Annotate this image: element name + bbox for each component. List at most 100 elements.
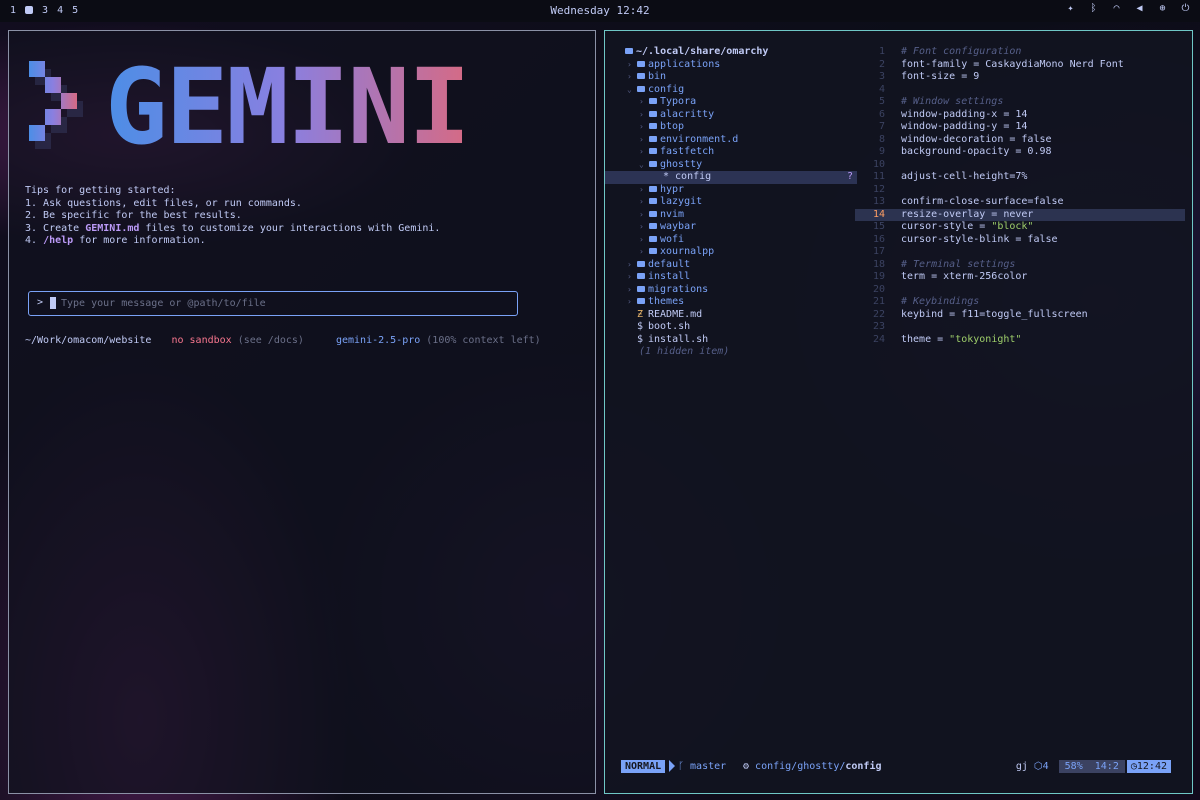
tree-item[interactable]: › wofi bbox=[605, 234, 857, 247]
ai-icon[interactable]: ✦ bbox=[1064, 3, 1077, 14]
logo-text: GEMINI bbox=[105, 61, 469, 168]
system-tray: ✦ ᛒ ◠ ◀ ⊕ ⏻ bbox=[1064, 3, 1192, 14]
code-line[interactable]: 13 confirm-close-surface=false bbox=[855, 196, 1185, 209]
tree-item[interactable]: › lazygit bbox=[605, 196, 857, 209]
code-line-current[interactable]: 14 resize-overlay = never bbox=[855, 208, 1185, 221]
folder-icon bbox=[649, 198, 657, 204]
tree-item[interactable]: › btop bbox=[605, 121, 857, 134]
vim-statusline: NORMAL ᚴ master ⚙ config/ghostty/config … bbox=[621, 760, 1171, 773]
code-line[interactable]: 18 # Terminal settings bbox=[855, 259, 1185, 272]
folder-icon bbox=[649, 123, 657, 129]
code-line[interactable]: 21 # Keybindings bbox=[855, 296, 1185, 309]
tree-item[interactable]: › install bbox=[605, 271, 857, 284]
cpu-icon[interactable]: ⊕ bbox=[1156, 3, 1169, 14]
code-line[interactable]: 4 bbox=[855, 84, 1185, 97]
gemini-terminal-window[interactable]: GEMINI Tips for getting started: 1. Ask … bbox=[8, 30, 596, 794]
tree-item[interactable]: › alacritty bbox=[605, 109, 857, 122]
code-line[interactable]: 22 keybind = f11=toggle_fullscreen bbox=[855, 309, 1185, 322]
line-number: 12 bbox=[872, 183, 885, 195]
code-line[interactable]: 6 window-padding-x = 14 bbox=[855, 109, 1185, 122]
wifi-icon[interactable]: ◠ bbox=[1110, 3, 1123, 14]
tree-item[interactable]: › nvim bbox=[605, 209, 857, 222]
line-number: 15 bbox=[872, 221, 885, 232]
code-line[interactable]: 24 theme = "tokyonight" bbox=[855, 334, 1185, 347]
chevron-right-icon: › bbox=[639, 97, 644, 106]
scroll-position: 58% 14:2 bbox=[1058, 760, 1125, 773]
power-icon[interactable]: ⏻ bbox=[1179, 3, 1192, 14]
statusline-clock-label: 12:42 bbox=[1136, 761, 1167, 772]
mode-separator bbox=[669, 760, 675, 772]
volume-icon[interactable]: ◀ bbox=[1133, 3, 1146, 14]
bluetooth-icon[interactable]: ᛒ bbox=[1087, 3, 1100, 14]
tree-root[interactable]: ~/.local/share/omarchy bbox=[605, 46, 857, 59]
message-prompt-box[interactable]: > bbox=[28, 291, 518, 316]
tree-item[interactable]: ⌄ ghostty bbox=[605, 159, 857, 172]
code-line[interactable]: 16 cursor-style-blink = false bbox=[855, 234, 1185, 247]
code-line[interactable]: 15 cursor-style = "block" bbox=[855, 221, 1185, 234]
line-number: 13 bbox=[872, 196, 885, 207]
tip-4-pre: 4. bbox=[25, 235, 44, 247]
tree-item[interactable]: › hypr bbox=[605, 184, 857, 197]
top-clock[interactable]: Wednesday 12:42 bbox=[0, 4, 1200, 17]
tree-item[interactable]: › default bbox=[605, 259, 857, 272]
chevron-right-icon: › bbox=[639, 122, 644, 131]
tree-item[interactable]: $ install.sh bbox=[605, 334, 857, 347]
code-line[interactable]: 12 bbox=[855, 184, 1185, 197]
chevron-right-icon: › bbox=[639, 209, 644, 219]
neovim-window[interactable]: ~/.local/share/omarchy › applications › bi… bbox=[604, 30, 1193, 794]
code-editor[interactable]: 1 # Font configuration 2 font-family = Cas… bbox=[855, 46, 1185, 346]
tree-item[interactable]: › themes bbox=[605, 296, 857, 309]
code-line[interactable]: 17 bbox=[855, 246, 1185, 259]
tree-item[interactable]: › waybar bbox=[605, 221, 857, 234]
tree-item[interactable]: ⌄ config bbox=[605, 84, 857, 97]
code-line[interactable]: 8 window-decoration = false bbox=[855, 134, 1185, 147]
git-branch-label: master bbox=[690, 761, 727, 772]
tree-item[interactable]: Ƶ README.md bbox=[605, 309, 857, 322]
chevron-down-icon: ⌄ bbox=[639, 159, 644, 169]
tree-item[interactable]: › Typora bbox=[605, 96, 857, 109]
code-line[interactable]: 2 font-family = CaskaydiaMono Nerd Font bbox=[855, 59, 1185, 72]
tree-item[interactable]: › applications bbox=[605, 59, 857, 72]
model-name: gemini-2.5-pro bbox=[335, 335, 421, 346]
tree-item[interactable]: › migrations bbox=[605, 284, 857, 297]
code-line[interactable]: 5 # Window settings bbox=[855, 96, 1185, 109]
chevron-right-icon: › bbox=[627, 59, 632, 69]
tree-item[interactable]: › environment.d bbox=[605, 134, 857, 147]
code-line[interactable]: 10 bbox=[855, 159, 1185, 172]
code-line[interactable]: 3 font-size = 9 bbox=[855, 71, 1185, 84]
pending-keys: gj bbox=[1015, 761, 1028, 772]
context-remaining: (100% context left) bbox=[420, 335, 541, 346]
line-number: 21 bbox=[872, 296, 885, 307]
tip-3: 3. Create GEMINI.md files to customize y… bbox=[25, 223, 440, 236]
tree-item[interactable]: $ boot.sh bbox=[605, 321, 857, 334]
mode-indicator: NORMAL bbox=[621, 760, 666, 773]
tree-item[interactable]: › fastfetch bbox=[605, 146, 857, 159]
tip-3-pre: 3. Create bbox=[25, 222, 86, 234]
tree-item-selected[interactable]: * config? bbox=[605, 171, 857, 184]
code-line[interactable]: 1 # Font configuration bbox=[855, 46, 1185, 59]
code-line[interactable]: 11 adjust-cell-height=7% bbox=[855, 171, 1185, 184]
tip-3-file: GEMINI.md bbox=[85, 222, 140, 234]
message-input[interactable] bbox=[61, 296, 501, 310]
chevron-right-icon: › bbox=[639, 247, 644, 256]
chevron-right-icon: › bbox=[627, 297, 632, 306]
folder-icon bbox=[649, 110, 657, 117]
tree-item[interactable]: › bin bbox=[605, 71, 857, 84]
code-line[interactable]: 20 bbox=[855, 284, 1185, 297]
gemini-status-line: ~/Work/omacom/website no sandbox (see /d… bbox=[25, 335, 541, 346]
code-line[interactable]: 19 term = xterm-256color bbox=[855, 271, 1185, 284]
line-number: 8 bbox=[878, 133, 885, 145]
tree-item[interactable]: › xournalpp bbox=[605, 246, 857, 259]
folder-open-icon bbox=[649, 160, 657, 167]
folder-icon bbox=[637, 260, 645, 267]
line-number: 19 bbox=[872, 271, 885, 282]
tip-2: 2. Be specific for the best results. bbox=[25, 210, 242, 222]
code-line[interactable]: 7 window-padding-y = 14 bbox=[855, 121, 1185, 134]
chevron-right-icon: › bbox=[639, 147, 644, 156]
code-line[interactable]: 9 background-opacity = 0.98 bbox=[855, 146, 1185, 159]
cursor-position: 14:2 bbox=[1094, 761, 1119, 772]
code-line[interactable]: 23 bbox=[855, 321, 1185, 334]
folder-icon bbox=[649, 210, 657, 217]
sandbox-status: no sandbox bbox=[171, 335, 232, 346]
chevron-right-icon: › bbox=[627, 259, 632, 269]
